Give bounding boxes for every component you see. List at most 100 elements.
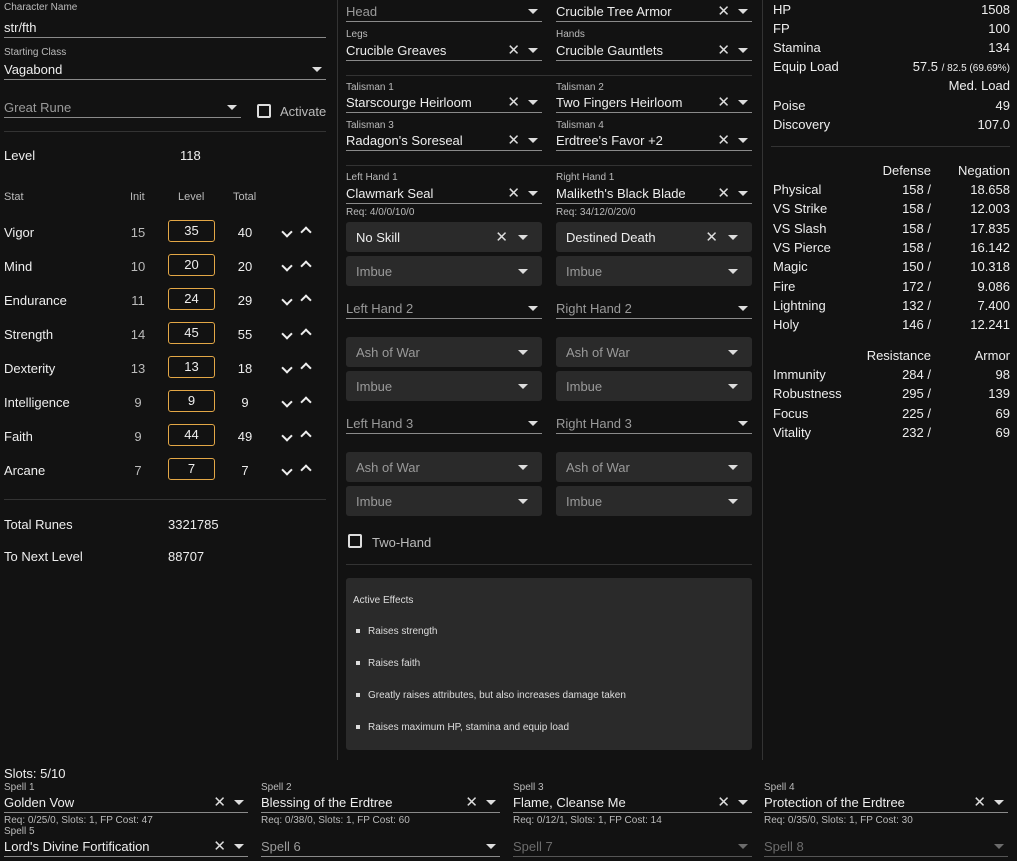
great-rune-select[interactable]: Great Rune — [4, 98, 241, 118]
clear-icon[interactable]: ✕ — [507, 93, 520, 111]
left-hand-2-ash-select[interactable]: Ash of War — [346, 337, 542, 367]
legs-select[interactable]: Crucible Greaves ✕ — [346, 41, 542, 61]
stat-level-input[interactable]: 20 — [168, 254, 215, 276]
spell-3-select[interactable]: Flame, Cleanse Me ✕ — [513, 793, 752, 813]
increase-icon[interactable] — [300, 325, 312, 341]
stat-level-input[interactable]: 44 — [168, 424, 215, 446]
spell-4-select[interactable]: Protection of the Erdtree ✕ — [764, 793, 1008, 813]
spell-5-select[interactable]: Lord's Divine Fortification ✕ — [4, 837, 248, 857]
decrease-icon[interactable] — [281, 223, 293, 239]
right-hand-2-imbue-select[interactable]: Imbue — [556, 371, 752, 401]
head-select[interactable]: Head — [346, 2, 542, 22]
talisman-3-select[interactable]: Radagon's Soreseal ✕ — [346, 131, 542, 151]
clear-icon[interactable]: ✕ — [717, 184, 730, 202]
increase-icon[interactable] — [300, 257, 312, 273]
divider — [762, 0, 763, 760]
decrease-icon[interactable] — [281, 325, 293, 341]
active-effects-title: Active Effects — [353, 595, 414, 606]
chest-select[interactable]: Crucible Tree Armor ✕ — [556, 2, 752, 22]
chevron-down-icon — [518, 269, 528, 274]
talisman-4-select[interactable]: Erdtree's Favor +2 ✕ — [556, 131, 752, 151]
hands-select[interactable]: Crucible Gauntlets ✕ — [556, 41, 752, 61]
right-hand-2-ash-select[interactable]: Ash of War — [556, 337, 752, 367]
left-hand-2-select[interactable]: Left Hand 2 — [346, 299, 542, 319]
clear-icon[interactable]: ✕ — [495, 228, 508, 246]
stat-row-mind: Mind 10 20 20 — [4, 254, 324, 278]
stat-init: 13 — [130, 361, 146, 376]
decrease-icon[interactable] — [281, 461, 293, 477]
decrease-icon[interactable] — [281, 427, 293, 443]
left-hand-3-imbue-select[interactable]: Imbue — [346, 486, 542, 516]
spell-1-select[interactable]: Golden Vow ✕ — [4, 793, 248, 813]
decrease-icon[interactable] — [281, 257, 293, 273]
stat-level-input[interactable]: 7 — [168, 458, 215, 480]
chevron-down-icon — [518, 384, 528, 389]
starting-class-select[interactable]: Vagabond — [4, 60, 326, 80]
stat-name: Strength — [4, 327, 54, 342]
left-hand-3-select[interactable]: Left Hand 3 — [346, 414, 542, 434]
spell-2-select[interactable]: Blessing of the Erdtree ✕ — [261, 793, 500, 813]
clear-icon[interactable]: ✕ — [213, 793, 226, 811]
clear-icon[interactable]: ✕ — [213, 837, 226, 855]
legs-label: Legs — [346, 29, 368, 40]
clear-icon[interactable]: ✕ — [507, 131, 520, 149]
bullet-icon — [356, 661, 360, 665]
clear-icon[interactable]: ✕ — [717, 93, 730, 111]
clear-icon[interactable]: ✕ — [717, 41, 730, 59]
right-hand-3-imbue-select[interactable]: Imbue — [556, 486, 752, 516]
activate-checkbox[interactable] — [257, 104, 271, 118]
character-planner: Character Name str/fth Starting Class Va… — [0, 0, 1017, 861]
spell-6-select[interactable]: Spell 6 — [261, 837, 500, 857]
clear-icon[interactable]: ✕ — [717, 2, 730, 20]
stat-level-input[interactable]: 35 — [168, 220, 215, 242]
right-hand-1-select[interactable]: Maliketh's Black Blade ✕ — [556, 184, 752, 204]
clear-icon[interactable]: ✕ — [507, 184, 520, 202]
talisman-1-value: Starscourge Heirloom — [346, 95, 472, 110]
stat-level-input[interactable]: 9 — [168, 390, 215, 412]
right-hand-1-skill-select[interactable]: Destined Death ✕ — [556, 222, 752, 252]
left-hand-1-imbue-select[interactable]: Imbue — [346, 256, 542, 286]
stat-level-input[interactable]: 24 — [168, 288, 215, 310]
stat-level-input[interactable]: 45 — [168, 322, 215, 344]
right-hand-3-ash-select[interactable]: Ash of War — [556, 452, 752, 482]
right-hand-3-select[interactable]: Right Hand 3 — [556, 414, 752, 434]
talisman-1-select[interactable]: Starscourge Heirloom ✕ — [346, 93, 542, 113]
clear-icon[interactable]: ✕ — [717, 793, 730, 811]
stat-total: 29 — [237, 293, 253, 308]
increase-icon[interactable] — [300, 427, 312, 443]
increase-icon[interactable] — [300, 291, 312, 307]
decrease-icon[interactable] — [281, 393, 293, 409]
chevron-down-icon — [994, 844, 1004, 849]
decrease-icon[interactable] — [281, 359, 293, 375]
stat-level-input[interactable]: 13 — [168, 356, 215, 378]
left-hand-3-ash-select[interactable]: Ash of War — [346, 452, 542, 482]
right-hand-1-imbue-select[interactable]: Imbue — [556, 256, 752, 286]
increase-icon[interactable] — [300, 461, 312, 477]
effect-item: Raises strength — [368, 626, 438, 637]
clear-icon[interactable]: ✕ — [507, 41, 520, 59]
two-hand-checkbox[interactable] — [348, 534, 362, 548]
left-hand-1-select[interactable]: Clawmark Seal ✕ — [346, 184, 542, 204]
chevron-down-icon — [518, 499, 528, 504]
right-hand-2-select[interactable]: Right Hand 2 — [556, 299, 752, 319]
character-name-input[interactable]: str/fth — [4, 18, 326, 38]
increase-icon[interactable] — [300, 393, 312, 409]
resistance-row-name: Immunity — [773, 367, 826, 382]
clear-icon[interactable]: ✕ — [705, 228, 718, 246]
clear-icon[interactable]: ✕ — [717, 131, 730, 149]
imbue-placeholder: Imbue — [566, 379, 603, 394]
increase-icon[interactable] — [300, 359, 312, 375]
negation-row-value: 7.400 — [977, 297, 1010, 313]
stat-row-strength: Strength 14 45 55 — [4, 322, 324, 346]
talisman-2-select[interactable]: Two Fingers Heirloom ✕ — [556, 93, 752, 113]
stat-row-vigor: Vigor 15 35 40 — [4, 220, 324, 244]
increase-icon[interactable] — [300, 223, 312, 239]
left-hand-1-skill-select[interactable]: No Skill ✕ — [346, 222, 542, 252]
spell-8-placeholder: Spell 8 — [764, 839, 804, 854]
left-hand-2-imbue-select[interactable]: Imbue — [346, 371, 542, 401]
clear-icon[interactable]: ✕ — [973, 793, 986, 811]
fp-label: FP — [773, 21, 790, 36]
activate-label: Activate — [280, 104, 327, 119]
clear-icon[interactable]: ✕ — [465, 793, 478, 811]
decrease-icon[interactable] — [281, 291, 293, 307]
